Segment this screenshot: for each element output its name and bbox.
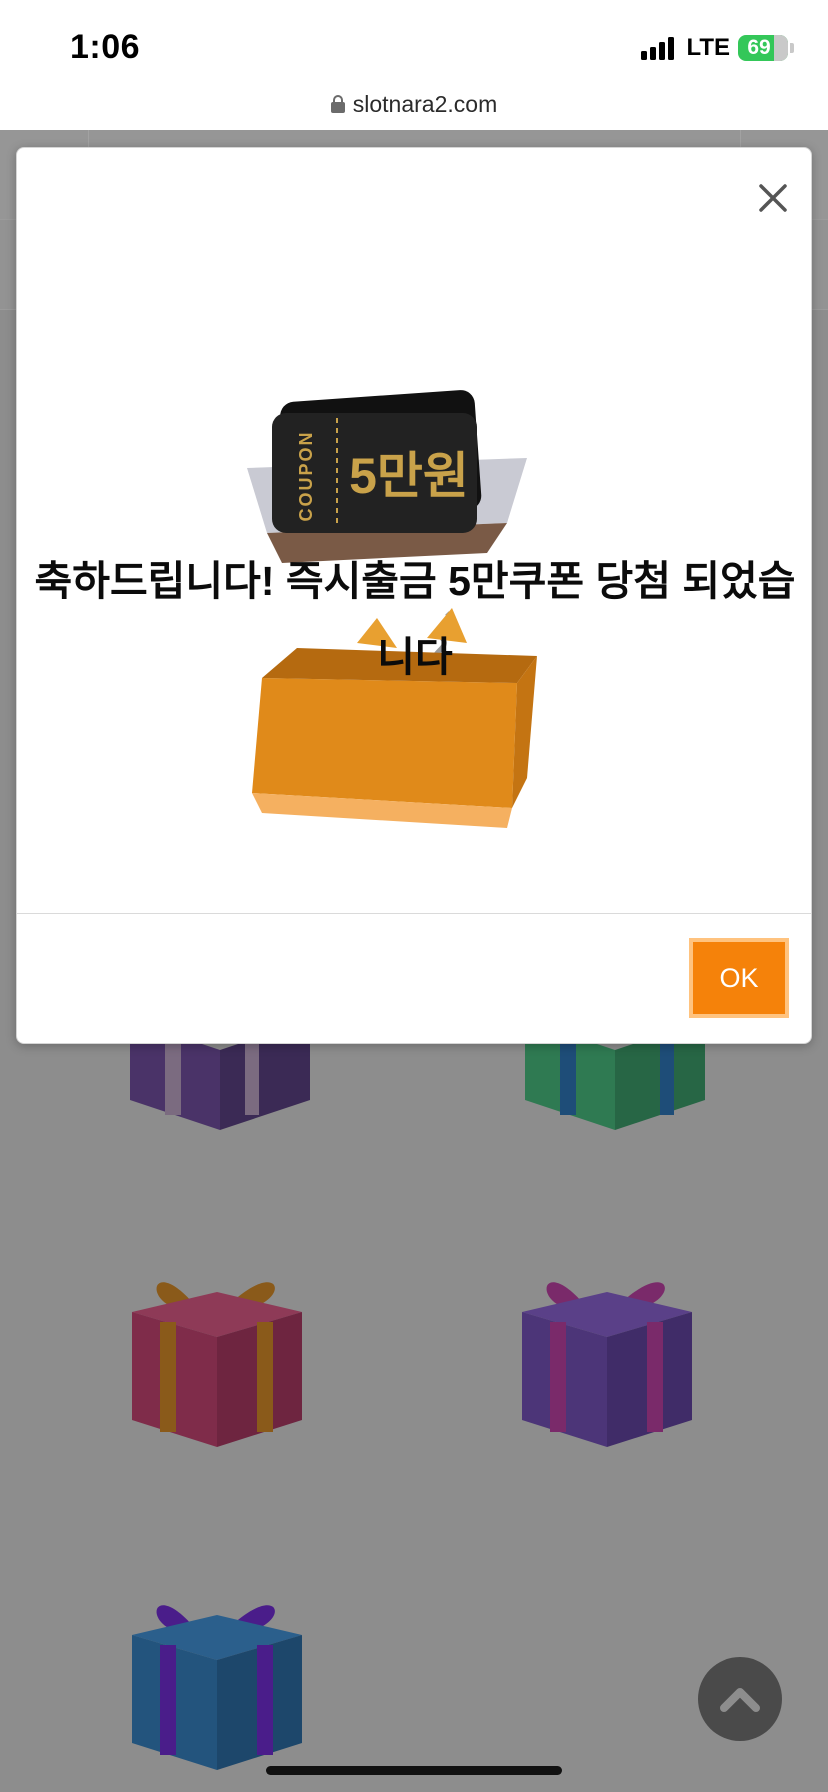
purple-gift-icon[interactable] [512, 1262, 702, 1452]
battery-tip [790, 43, 794, 53]
url-text: slotnara2.com [352, 90, 498, 117]
coupon-modal: COUPON 5만원 축하드립니다! 즉시출금 5만쿠폰 당첨 되었습니다 OK [16, 147, 812, 1044]
close-icon[interactable] [755, 180, 791, 216]
status-time: 1:06 [70, 28, 141, 66]
chevron-up-icon [720, 1688, 760, 1712]
red-gift-icon[interactable] [122, 1262, 312, 1452]
blue-gift-icon[interactable] [122, 1585, 312, 1775]
signal-icon [641, 36, 675, 60]
address-bar[interactable]: slotnara2.com [0, 78, 828, 130]
screen: 1:06 LTE 69 slotnara2.com COUPON 5만원 축하드… [0, 0, 828, 1792]
lock-icon [330, 95, 345, 113]
coupon-amount: 5만원 [349, 448, 469, 504]
ok-button[interactable]: OK [689, 938, 789, 1018]
home-indicator [266, 1766, 562, 1775]
status-icons: LTE 69 [641, 34, 794, 62]
battery-icon: 69 [738, 35, 788, 61]
status-bar: 1:06 LTE 69 [0, 0, 828, 86]
modal-message: 축하드립니다! 즉시출금 5만쿠폰 당첨 되었습니다 [34, 558, 796, 680]
coupon-label: COUPON [296, 430, 316, 521]
scroll-to-top-button[interactable] [698, 1657, 782, 1741]
battery-level: 69 [747, 36, 771, 59]
network-type: LTE [686, 34, 730, 61]
modal-body: COUPON 5만원 축하드립니다! 즉시출금 5만쿠폰 당첨 되었습니다 [17, 148, 811, 913]
modal-divider [17, 913, 811, 914]
